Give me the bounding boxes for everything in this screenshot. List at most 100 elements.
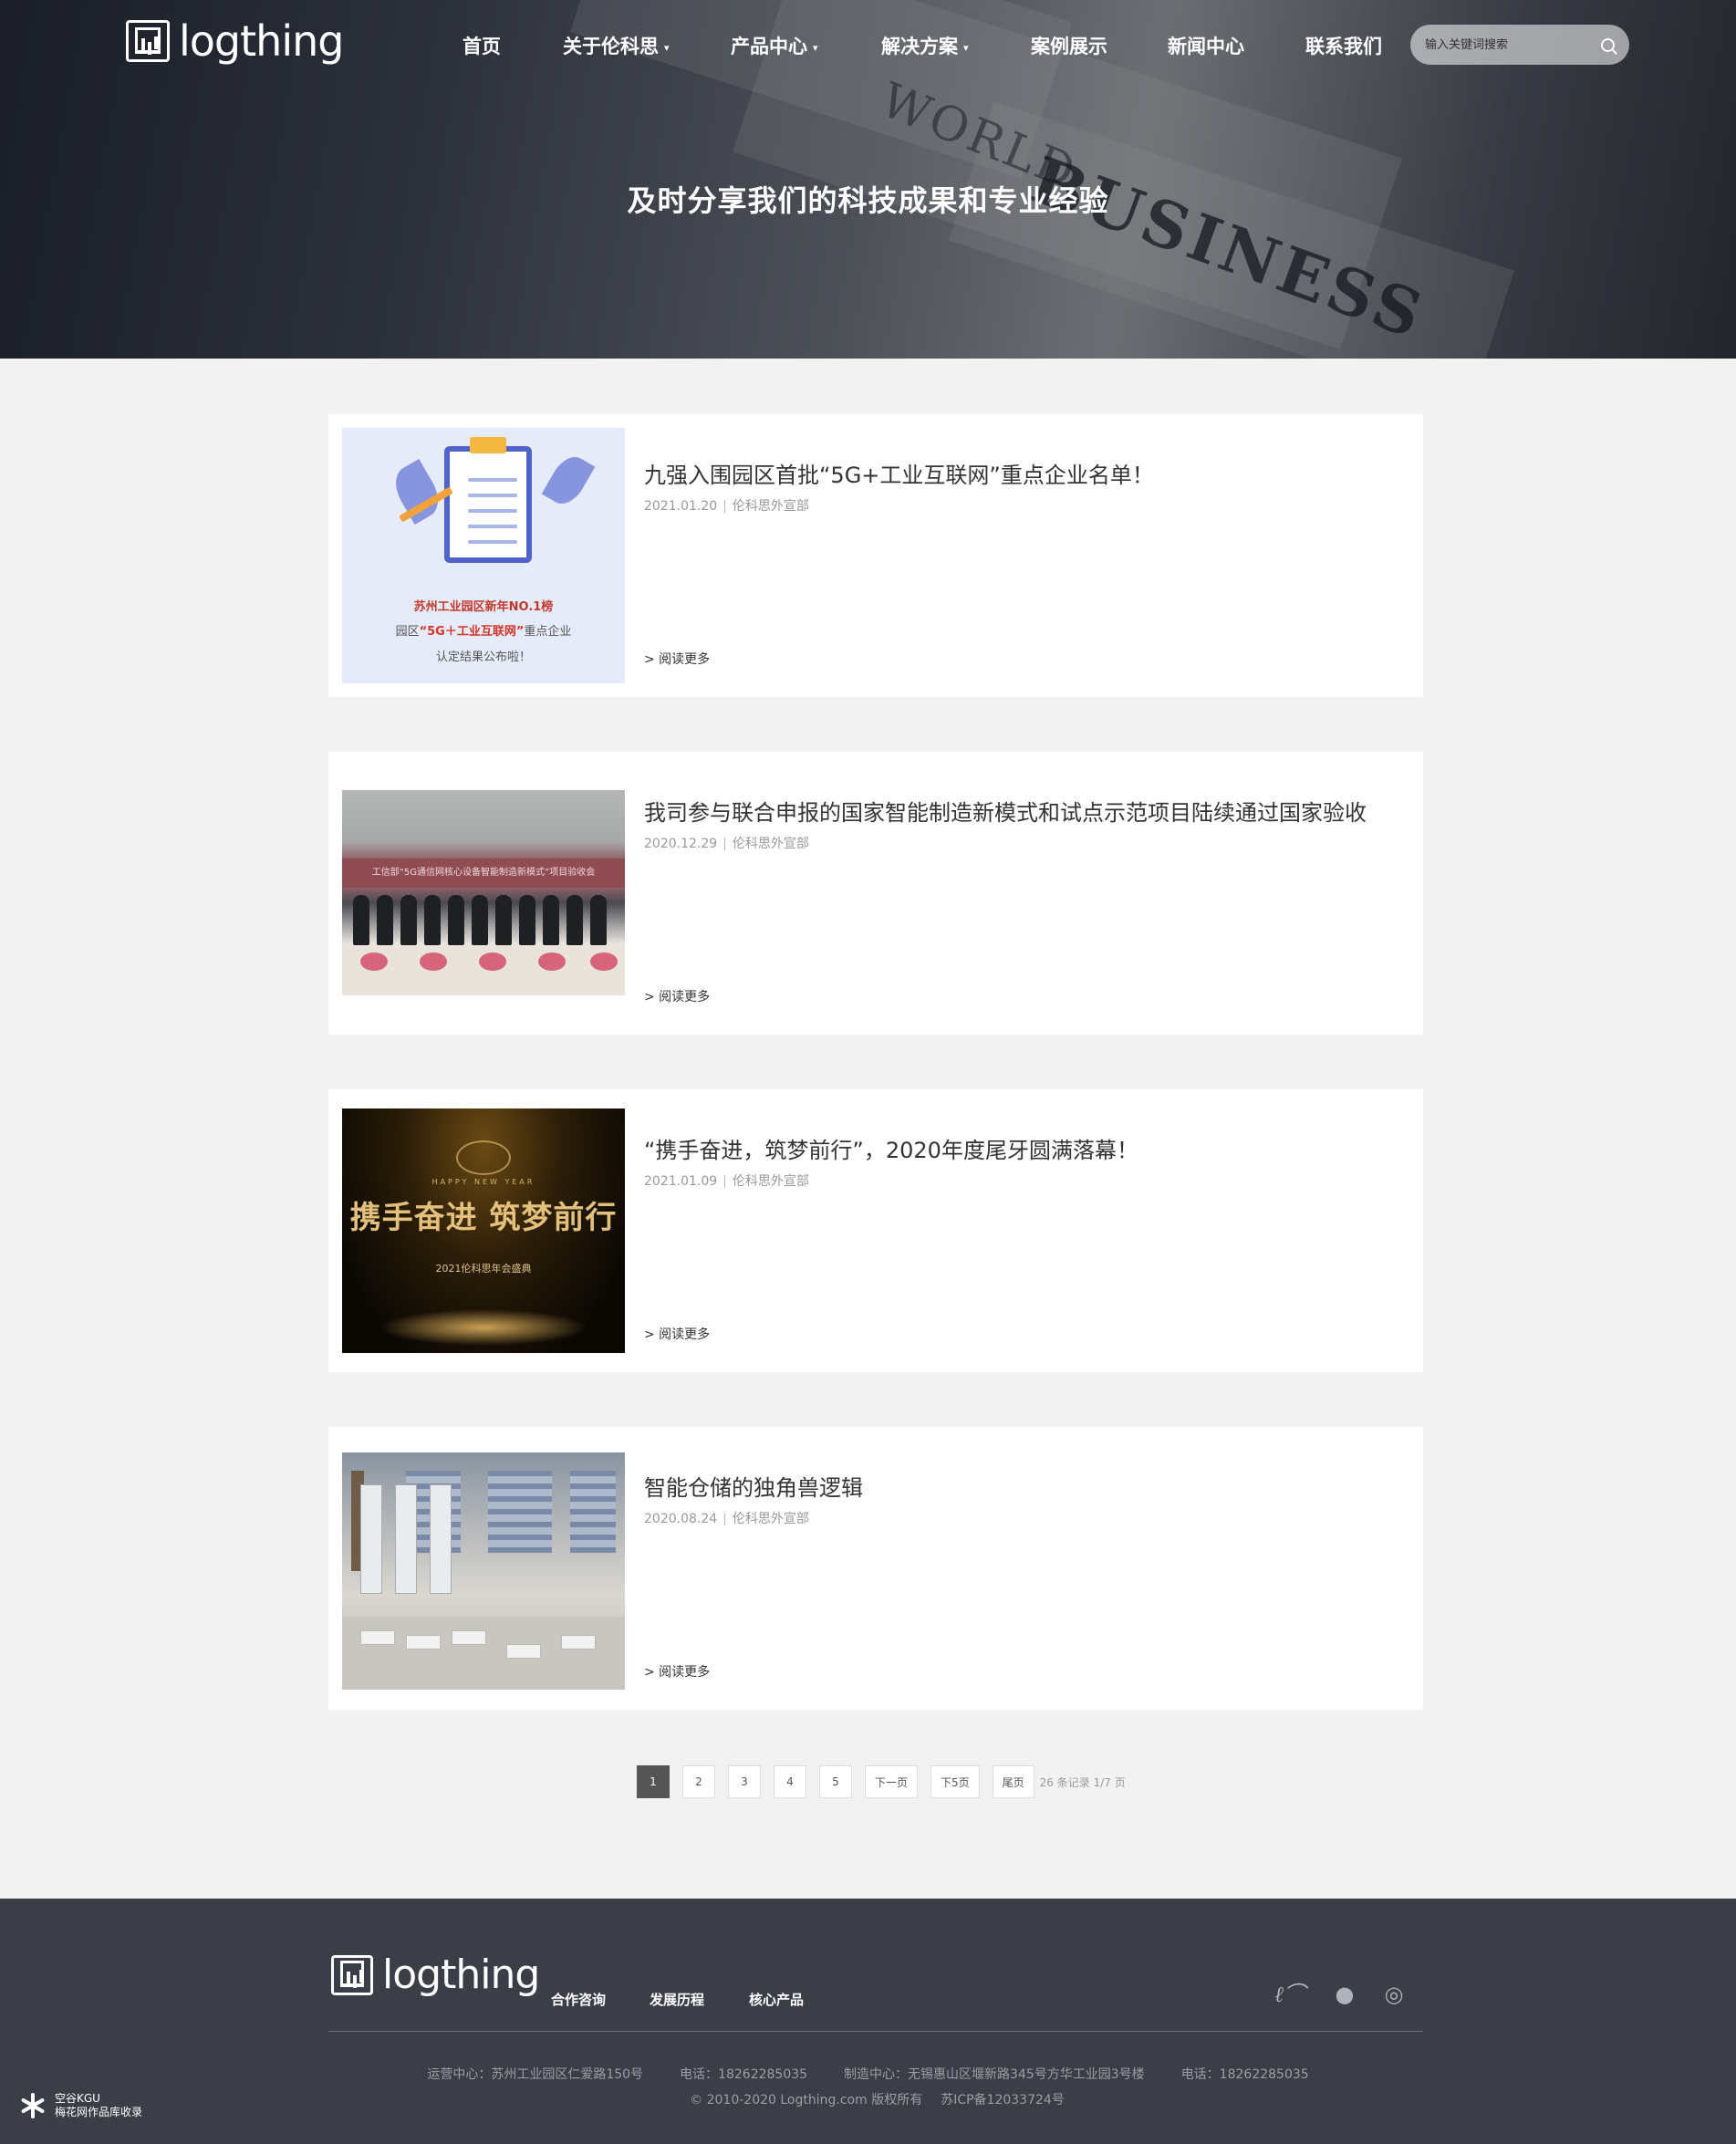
footer-contact: 运营中心：苏州工业园区仁爱路150号 电话：18262285035 制造中心：无锡惠… xyxy=(427,2067,1309,2082)
news-thumbnail[interactable]: 工信部“5G通信网核心设备智能制造新模式”项目验收会 xyxy=(342,790,625,995)
news-meta: 2020.12.29 | 伦科思外宣部 xyxy=(644,837,809,851)
person-figure xyxy=(353,895,369,945)
list-line xyxy=(468,478,517,482)
news-title[interactable]: 我司参与联合申报的国家智能制造新模式和试点示范项目陆续通过国家验收 xyxy=(644,795,1367,827)
news-title[interactable]: 九强入围园区首批“5G+工业互联网”重点企业名单！ xyxy=(644,457,1154,489)
list-line xyxy=(468,525,517,528)
workstation xyxy=(406,1635,441,1650)
search-input[interactable] xyxy=(1425,37,1601,52)
read-more-link[interactable]: > 阅读更多 xyxy=(644,1325,710,1343)
nav-item-solutions[interactable]: 解决方案 ▾ xyxy=(881,32,969,59)
person-figure xyxy=(448,895,464,945)
leaf-decoration xyxy=(541,450,596,511)
news-meta: 2021.01.20 | 伦科思外宣部 xyxy=(644,499,809,514)
icp-link[interactable]: 苏ICP备12033724号 xyxy=(941,2093,1065,2108)
footer: logthing 合作咨询 发展历程 核心产品 ℓ⌒ ● ◎ 运营中心：苏州工业… xyxy=(0,1899,1736,2144)
footer-logo[interactable]: logthing xyxy=(331,1955,540,1995)
person-figure xyxy=(543,895,559,945)
thumb-caption: HAPPY NEW YEAR xyxy=(431,1178,535,1186)
next-page-button[interactable]: 下一页 xyxy=(865,1765,919,1798)
last-page-button[interactable]: 尾页 xyxy=(992,1765,1034,1798)
read-more-link[interactable]: > 阅读更多 xyxy=(644,650,710,668)
logo-icon xyxy=(126,20,170,62)
news-card[interactable]: 苏州工业园区新年NO.1榜 园区“5G＋工业互联网”重点企业 认定结果公布啦！ … xyxy=(328,414,1423,697)
news-card[interactable]: HAPPY NEW YEAR 携手奋进 筑梦前行 2021伦科思年会盛典 “携手… xyxy=(328,1089,1423,1372)
next-5-pages-button[interactable]: 下5页 xyxy=(930,1765,980,1798)
workstation xyxy=(360,1630,395,1645)
read-more-link[interactable]: > 阅读更多 xyxy=(644,987,710,1005)
thumb-caption: 认定结果公布啦！ xyxy=(435,650,531,664)
clipboard-clip xyxy=(470,437,506,453)
weibo-icon[interactable]: ◎ xyxy=(1376,1981,1412,2008)
logo-text: logthing xyxy=(179,16,344,66)
leaf-decoration xyxy=(387,459,447,525)
flower-decoration xyxy=(538,952,566,971)
footer-link-consult[interactable]: 合作咨询 xyxy=(551,1990,606,2009)
search-icon[interactable] xyxy=(1601,37,1615,52)
shelf xyxy=(488,1471,552,1553)
page-4-button[interactable]: 4 xyxy=(774,1765,806,1798)
list-line xyxy=(468,509,517,513)
thumb-banner: 工信部“5G通信网核心设备智能制造新模式”项目验收会 xyxy=(342,859,625,888)
flower-decoration xyxy=(479,952,506,971)
footer-divider xyxy=(328,2031,1423,2032)
flower-decoration xyxy=(360,952,388,971)
list-line xyxy=(468,494,517,497)
site-logo[interactable]: logthing xyxy=(126,16,344,66)
person-figure xyxy=(590,895,607,945)
logo-icon xyxy=(331,1955,373,1995)
person-figure xyxy=(424,895,441,945)
news-meta: 2021.01.09 | 伦科思外宣部 xyxy=(644,1174,809,1189)
alibaba-icon[interactable]: ℓ⌒ xyxy=(1272,1981,1308,2008)
page-5-button[interactable]: 5 xyxy=(819,1765,852,1798)
workstation xyxy=(506,1644,541,1659)
wechat-icon[interactable]: ● xyxy=(1326,1981,1363,2008)
pagination: 1 2 3 4 5 下一页 下5页 尾页 26 条记录 1/7 页 xyxy=(637,1765,1126,1798)
read-more-link[interactable]: > 阅读更多 xyxy=(644,1662,710,1681)
caret-down-icon: ▾ xyxy=(664,41,670,54)
news-card[interactable]: 智能仓储的独角兽逻辑 2020.08.24 | 伦科思外宣部 > 阅读更多 xyxy=(328,1427,1423,1710)
news-thumbnail[interactable] xyxy=(342,1452,625,1690)
hanging-banner xyxy=(430,1484,452,1594)
thumb-caption: 苏州工业园区新年NO.1榜 xyxy=(413,600,554,614)
flower-decoration xyxy=(590,952,618,971)
person-figure xyxy=(377,895,393,945)
watermark-line: 梅花网作品库收录 xyxy=(55,2106,143,2118)
stage-glow xyxy=(379,1309,588,1346)
watermark-line: 空谷KGU xyxy=(55,2092,100,2105)
nav-item-about[interactable]: 关于伦科思 ▾ xyxy=(563,32,670,59)
shelf xyxy=(570,1471,616,1553)
nav-item-products[interactable]: 产品中心 ▾ xyxy=(731,32,818,59)
footer-link-history[interactable]: 发展历程 xyxy=(650,1990,704,2009)
ox-logo xyxy=(456,1140,511,1175)
news-thumbnail[interactable]: HAPPY NEW YEAR 携手奋进 筑梦前行 2021伦科思年会盛典 xyxy=(342,1108,625,1353)
footer-link-products[interactable]: 核心产品 xyxy=(749,1990,804,2009)
pagination-info: 26 条记录 1/7 页 xyxy=(1039,1775,1126,1789)
nav-item-home[interactable]: 首页 xyxy=(463,32,501,59)
thumb-caption: 园区“5G＋工业互联网”重点企业 xyxy=(395,625,572,639)
nav-item-cases[interactable]: 案例展示 xyxy=(1031,32,1107,59)
news-card[interactable]: 工信部“5G通信网核心设备智能制造新模式”项目验收会 我司参与联合申报的国家智能… xyxy=(328,752,1423,1035)
list-line xyxy=(468,540,517,544)
news-title[interactable]: “携手奋进，筑梦前行”，2020年度尾牙圆满落幕！ xyxy=(644,1132,1138,1164)
page-2-button[interactable]: 2 xyxy=(682,1765,715,1798)
hero-title: 及时分享我们的科技成果和专业经验 xyxy=(627,183,1109,218)
hanging-banner xyxy=(360,1484,382,1594)
nav-item-news[interactable]: 新闻中心 xyxy=(1168,32,1244,59)
search-box xyxy=(1410,25,1629,65)
flower-decoration xyxy=(420,952,447,971)
page-1-button[interactable]: 1 xyxy=(637,1765,670,1798)
nav-item-contact[interactable]: 联系我们 xyxy=(1305,32,1382,59)
news-title[interactable]: 智能仓储的独角兽逻辑 xyxy=(644,1470,863,1502)
clipboard-illustration xyxy=(444,446,532,563)
hanging-banner xyxy=(395,1484,417,1594)
hero-banner: WORLD BUSINESS logthing 首页 关于伦科思 ▾ 产品中心 ▾ … xyxy=(0,0,1736,359)
thumb-headline: 携手奋进 筑梦前行 xyxy=(349,1200,618,1236)
workstation xyxy=(561,1635,596,1650)
page-3-button[interactable]: 3 xyxy=(728,1765,761,1798)
person-figure xyxy=(495,895,512,945)
table-illustration xyxy=(342,945,625,995)
floor xyxy=(342,1617,625,1690)
news-thumbnail[interactable]: 苏州工业园区新年NO.1榜 园区“5G＋工业互联网”重点企业 认定结果公布啦！ xyxy=(342,428,625,683)
caret-down-icon: ▾ xyxy=(813,41,818,54)
